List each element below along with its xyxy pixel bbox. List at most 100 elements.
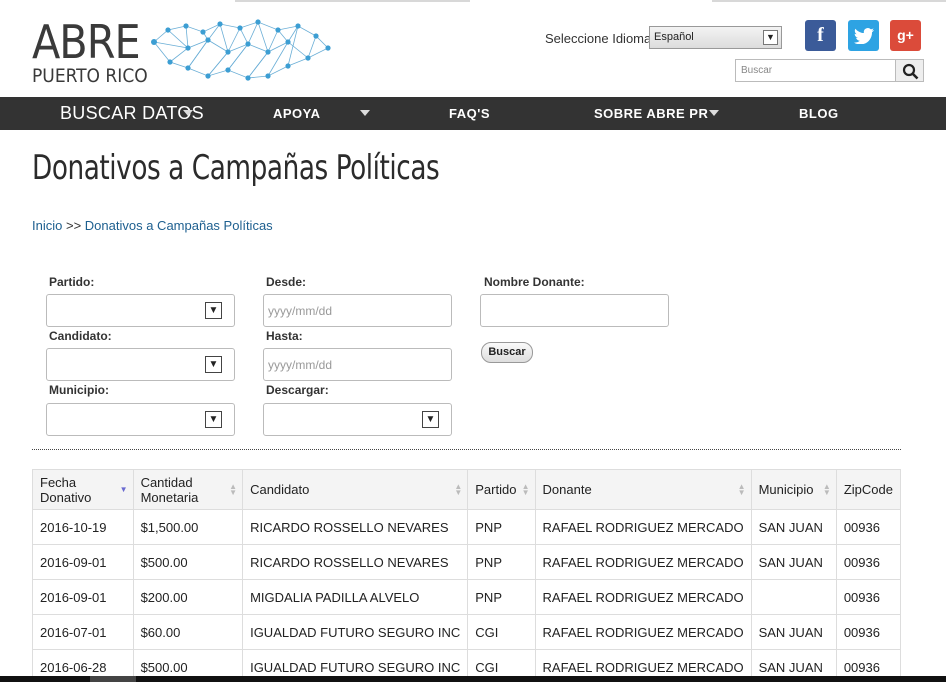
cell-fecha: 2016-09-01 <box>32 579 134 615</box>
cell-cantidad: $500.00 <box>132 544 244 580</box>
cell-donante: RAFAEL RODRIGUEZ MERCADO <box>534 579 752 615</box>
cell-fecha: 2016-07-01 <box>32 614 134 650</box>
table-row: 2016-07-01 $60.00 IGUALDAD FUTURO SEGURO… <box>32 614 902 650</box>
descargar-label: Descargar: <box>266 383 329 397</box>
nombre-donante-label: Nombre Donante: <box>484 275 585 289</box>
breadcrumb-separator: >> <box>65 218 82 233</box>
descargar-select[interactable]: ▼ <box>263 403 452 436</box>
nav-item-sobre-abre-pr[interactable]: SOBRE ABRE PR <box>594 97 708 130</box>
sort-icon: ▲ ▼ <box>229 482 238 497</box>
table-row: 2016-09-01 $500.00 RICARDO ROSSELLO NEVA… <box>32 544 902 580</box>
main-nav: BUSCAR DATOS APOYA FAQ'S SOBRE ABRE PR B… <box>0 97 946 130</box>
partido-label: Partido: <box>49 275 95 289</box>
logo-network-graphic <box>151 19 331 81</box>
cell-fecha: 2016-10-19 <box>32 509 134 545</box>
column-header-label: Fecha Donativo <box>40 474 92 505</box>
column-header-label: ZipCode <box>843 482 893 497</box>
cell-zipcode: 00936 <box>835 579 902 615</box>
sort-desc-icon: ▼ <box>119 485 128 494</box>
chevron-down-icon <box>360 110 370 116</box>
desde-label: Desde: <box>266 275 307 289</box>
municipio-label: Municipio: <box>49 383 109 397</box>
hasta-label: Hasta: <box>266 329 303 343</box>
search-button[interactable] <box>895 59 924 82</box>
cell-zipcode: 00936 <box>835 509 902 545</box>
facebook-icon[interactable]: f <box>805 20 836 51</box>
column-header-municipio[interactable]: Municipio ▲ ▼ <box>750 469 837 510</box>
column-header-partido[interactable]: Partido ▲ ▼ <box>467 469 536 510</box>
donations-table: Fecha Donativo ▼ Cantidad Monetaria ▲ ▼ Can… <box>32 469 902 682</box>
cell-municipio: SAN JUAN <box>750 509 837 545</box>
column-header-fecha[interactable]: Fecha Donativo ▼ <box>32 469 134 510</box>
column-header-donante[interactable]: Donante ▲ ▼ <box>534 469 752 510</box>
cell-cantidad: $200.00 <box>132 579 244 615</box>
language-label: Seleccione Idioma <box>545 31 652 46</box>
taskbar-strip <box>0 676 946 682</box>
cell-municipio <box>750 579 837 615</box>
column-header-zipcode[interactable]: ZipCode <box>835 469 902 510</box>
logo-text-abre: ABRE <box>32 15 141 69</box>
cell-cantidad: $60.00 <box>132 614 244 650</box>
cell-municipio: SAN JUAN <box>750 614 837 650</box>
nav-item-apoya[interactable]: APOYA <box>273 97 321 130</box>
buscar-button[interactable]: Buscar <box>481 342 533 363</box>
cell-donante: RAFAEL RODRIGUEZ MERCADO <box>534 509 752 545</box>
column-header-candidato[interactable]: Candidato ▲ ▼ <box>242 469 469 510</box>
cell-candidato: IGUALDAD FUTURO SEGURO INC <box>242 614 469 650</box>
googleplus-icon[interactable]: g+ <box>890 20 921 51</box>
cell-candidato: RICARDO ROSSELLO NEVARES <box>242 509 469 545</box>
cell-donante: RAFAEL RODRIGUEZ MERCADO <box>534 614 752 650</box>
sort-icon: ▲ ▼ <box>521 482 530 497</box>
sort-icon: ▲ ▼ <box>454 482 463 497</box>
cell-candidato: RICARDO ROSSELLO NEVARES <box>242 544 469 580</box>
chevron-down-icon: ▼ <box>422 411 439 428</box>
nav-item-blog[interactable]: BLOG <box>799 97 839 130</box>
site-logo[interactable]: ABRE PUERTO RICO <box>32 15 331 92</box>
search-input[interactable]: Buscar <box>735 59 896 82</box>
municipio-select[interactable]: ▼ <box>46 403 235 436</box>
chevron-down-icon: ▼ <box>205 302 222 319</box>
sort-icon: ▲ ▼ <box>737 482 746 497</box>
logo-text-puerto-rico: PUERTO RICO <box>32 65 148 87</box>
column-header-label: Donante <box>542 482 592 497</box>
section-divider <box>32 449 901 450</box>
language-selected-value: Español <box>654 31 694 43</box>
table-header-row: Fecha Donativo ▼ Cantidad Monetaria ▲ ▼ Can… <box>32 469 902 510</box>
table-row: 2016-10-19 $1,500.00 RICARDO ROSSELLO NE… <box>32 509 902 545</box>
cell-municipio: SAN JUAN <box>750 544 837 580</box>
chevron-down-icon: ▼ <box>763 30 778 45</box>
sort-icon: ▲ ▼ <box>822 482 831 497</box>
column-header-label: Candidato <box>250 482 310 497</box>
cell-zipcode: 00936 <box>835 544 902 580</box>
nombre-donante-input[interactable] <box>480 294 669 327</box>
column-header-label: Cantidad Monetaria <box>140 474 199 505</box>
hasta-date-input[interactable]: yyyy/mm/dd <box>263 348 452 381</box>
chevron-down-icon <box>183 110 193 116</box>
cell-partido: CGI <box>467 614 536 650</box>
cell-donante: RAFAEL RODRIGUEZ MERCADO <box>534 544 752 580</box>
cell-partido: PNP <box>467 579 536 615</box>
column-header-label: Partido <box>475 482 517 497</box>
twitter-icon[interactable] <box>848 20 879 51</box>
breadcrumb: Inicio >> Donativos a Campañas Políticas <box>32 218 273 233</box>
search-icon <box>902 63 919 80</box>
page-title: Donativos a Campañas Políticas <box>32 148 440 188</box>
candidato-select[interactable]: ▼ <box>46 348 235 381</box>
chevron-down-icon: ▼ <box>205 411 222 428</box>
language-select[interactable]: Español ▼ <box>649 26 782 49</box>
taskbar-item[interactable] <box>90 676 136 682</box>
breadcrumb-home-link[interactable]: Inicio <box>32 218 62 233</box>
column-header-cantidad[interactable]: Cantidad Monetaria ▲ ▼ <box>132 469 244 510</box>
breadcrumb-current-link[interactable]: Donativos a Campañas Políticas <box>85 218 273 233</box>
cell-cantidad: $1,500.00 <box>132 509 244 545</box>
chevron-down-icon <box>709 110 719 116</box>
cell-fecha: 2016-09-01 <box>32 544 134 580</box>
nav-item-faqs[interactable]: FAQ'S <box>449 97 490 130</box>
desde-date-input[interactable]: yyyy/mm/dd <box>263 294 452 327</box>
partido-select[interactable]: ▼ <box>46 294 235 327</box>
candidato-label: Candidato: <box>49 329 112 343</box>
chevron-down-icon: ▼ <box>205 356 222 373</box>
table-row: 2016-09-01 $200.00 MIGDALIA PADILLA ALVE… <box>32 579 902 615</box>
cell-candidato: MIGDALIA PADILLA ALVELO <box>242 579 469 615</box>
column-header-label: Municipio <box>758 482 814 497</box>
